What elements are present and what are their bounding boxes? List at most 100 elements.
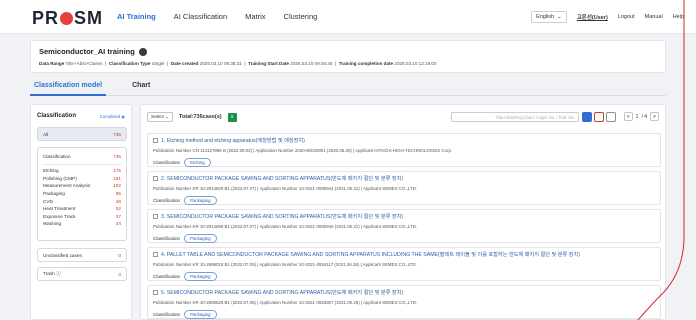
sidebar-item-unclassified[interactable]: Unclassified cases 0 [37, 248, 127, 262]
group-count: 736 [113, 153, 121, 159]
class-type-value: Single [151, 61, 165, 66]
excel-download-icon[interactable]: x [227, 112, 237, 122]
nav-ai-classification[interactable]: AI Classification [174, 12, 227, 21]
nav-matrix[interactable]: Matrix [245, 12, 265, 21]
select-dropdown[interactable]: Select ⌄ [147, 112, 173, 122]
classification-pill[interactable]: Packaging [184, 272, 217, 281]
result-record[interactable]: 1. Etching method and etching apparatus(… [147, 133, 661, 167]
page-current: 1 [635, 113, 639, 120]
results-toolbar: Select ⌄ Total:736case(s) x [147, 112, 237, 122]
record-checkbox[interactable] [153, 252, 158, 257]
sidebar-item-classification[interactable]: Classification 736 [38, 150, 126, 162]
classification-pill[interactable]: Packaging [184, 234, 217, 243]
total-count: Total:736case(s) [179, 114, 222, 120]
record-checkbox[interactable] [153, 290, 158, 295]
nav-ai-training[interactable]: AI Training [117, 12, 156, 21]
sidebar-item-etching[interactable]: Etching 175 [38, 167, 126, 175]
language-select[interactable]: English ⌄ [531, 11, 567, 23]
sidebar-item-measurement[interactable]: Measurement Analysis 102 [38, 182, 126, 190]
item-label: Packaging [43, 191, 65, 197]
chevron-down-icon: ⌄ [557, 14, 562, 20]
search-input[interactable]: Title+Abst/Reg.Claim / Appl. No. / Pub. … [451, 112, 579, 122]
sidebar-item-all[interactable]: All 736 [37, 127, 127, 141]
record-meta: Publication Number KR 10-2898629 B1 (202… [153, 300, 418, 305]
result-record[interactable]: 2. SEMICONDUCTOR PACKAGE SAWING AND SORT… [147, 171, 661, 205]
training-title: Semiconductor_AI training [39, 47, 147, 56]
sidebar-item-cvd[interactable]: CVD 48 [38, 197, 126, 205]
record-classification: Classification Packaging [153, 196, 217, 205]
record-checkbox[interactable] [153, 138, 158, 143]
next-page-icon[interactable]: > [650, 112, 659, 121]
record-title[interactable]: 5. SEMICONDUCTOR PACKAGE SAWING AND SORT… [153, 289, 403, 296]
logo-suffix: SM [74, 8, 104, 28]
record-title[interactable]: 1. Etching method and etching apparatus(… [153, 137, 305, 144]
record-title-text: 3. SEMICONDUCTOR PACKAGE SAWING AND SORT… [161, 214, 404, 220]
sidebar-item-polishing[interactable]: Polishing (CMP) 161 [38, 175, 126, 183]
classification-pill[interactable]: Etching [184, 158, 211, 167]
classification-label: Classification [153, 236, 181, 241]
record-checkbox[interactable] [153, 176, 158, 181]
sidebar-item-trash[interactable]: Trash ⓘ 0 [37, 267, 127, 281]
result-record[interactable]: 3. SEMICONDUCTOR PACKAGE SAWING AND SORT… [147, 209, 661, 243]
record-title[interactable]: 2. SEMICONDUCTOR PACKAGE SAWING AND SORT… [153, 175, 403, 182]
edit-icon[interactable] [138, 47, 147, 56]
logout-link[interactable]: Logout [618, 14, 635, 20]
prev-page-icon[interactable]: < [623, 112, 633, 121]
nav-clustering[interactable]: Clustering [284, 12, 318, 21]
record-classification: Classification Etching [153, 158, 211, 167]
sidebar-item-heat-treatment[interactable]: Heat Treatment 52 [38, 205, 126, 213]
chevron-down-icon: ⌄ [165, 114, 169, 119]
record-meta: Publication Number KR 10-2914829 B1 (202… [153, 186, 418, 191]
trash-label: Trash [43, 271, 55, 276]
manual-link[interactable]: Manual [645, 14, 663, 20]
sidebar-item-exposure-track[interactable]: Exposure Track 37 [38, 213, 126, 221]
classification-label: Classification [153, 312, 181, 317]
item-count: 48 [115, 198, 121, 204]
all-count: 736 [113, 131, 121, 137]
trash-row: Trash ⓘ 0 [38, 268, 126, 280]
training-meta: Data Range Title+Abst+Claims | Classific… [39, 61, 437, 66]
item-label: CVD [43, 198, 53, 204]
classification-pill[interactable]: Packaging [184, 310, 217, 319]
logo-dot-icon [60, 12, 74, 25]
logo-prefix: PR [32, 8, 60, 28]
filter-icon[interactable] [594, 112, 604, 122]
unclassified-row: Unclassified cases 0 [38, 249, 126, 261]
search-button-icon[interactable] [582, 112, 592, 122]
item-count: 34 [115, 221, 121, 227]
date-created-value: 2026.03.10 09:38:31 [199, 61, 242, 66]
pagination: < 1 / 4 > [623, 112, 659, 121]
page-total: / 4 [641, 113, 647, 120]
training-title-text: Semiconductor_AI training [39, 47, 135, 56]
record-title[interactable]: 3. SEMICONDUCTOR PACKAGE SAWING AND SORT… [153, 213, 403, 220]
item-label: Measurement Analysis [43, 183, 91, 189]
item-count: 102 [113, 183, 121, 189]
classification-label: Classification [153, 160, 181, 165]
record-checkbox[interactable] [153, 214, 158, 219]
item-count: 52 [115, 206, 121, 212]
result-record[interactable]: 4. PALLET TABLE AND SEMICONDUCTOR PACKAG… [147, 247, 661, 281]
sidebar-item-washing[interactable]: Washing 34 [38, 220, 126, 228]
record-title[interactable]: 4. PALLET TABLE AND SEMICONDUCTOR PACKAG… [153, 251, 580, 258]
classification-group: Classification 736 Etching 175 Polishing (… [37, 147, 127, 241]
group-label: Classification [43, 153, 71, 159]
refresh-icon[interactable] [606, 112, 616, 122]
prism-logo[interactable]: PR SM [32, 8, 103, 29]
help-link[interactable]: Help [673, 14, 684, 20]
item-label: Heat Treatment [43, 206, 76, 212]
top-navigation-bar: PR SM AI Training AI Classification Matri… [0, 0, 696, 34]
classification-pill[interactable]: Packaging [184, 196, 217, 205]
tab-chart[interactable]: Chart [128, 80, 154, 96]
total-value: 736case(s) [193, 114, 222, 120]
user-name-link[interactable]: 고은선(User) [577, 13, 608, 21]
tab-classification-model[interactable]: Classification model [30, 80, 107, 96]
start-date-label: Training Start Date [248, 61, 289, 66]
result-record[interactable]: 5. SEMICONDUCTOR PACKAGE SAWING AND SORT… [147, 285, 661, 319]
sidebar-item-packaging[interactable]: Packaging 85 [38, 190, 126, 198]
completed-status: Completed ◉ [100, 114, 125, 119]
record-meta: Publication Number KR 10-2914698 B1 (202… [153, 224, 418, 229]
item-count: 37 [115, 213, 121, 219]
classification-sidebar: Classification Completed ◉ All 736 Classi… [30, 104, 132, 320]
record-classification: Classification Packaging [153, 310, 217, 319]
start-date-value: 2026.03.10 09:46:45 [290, 61, 333, 66]
